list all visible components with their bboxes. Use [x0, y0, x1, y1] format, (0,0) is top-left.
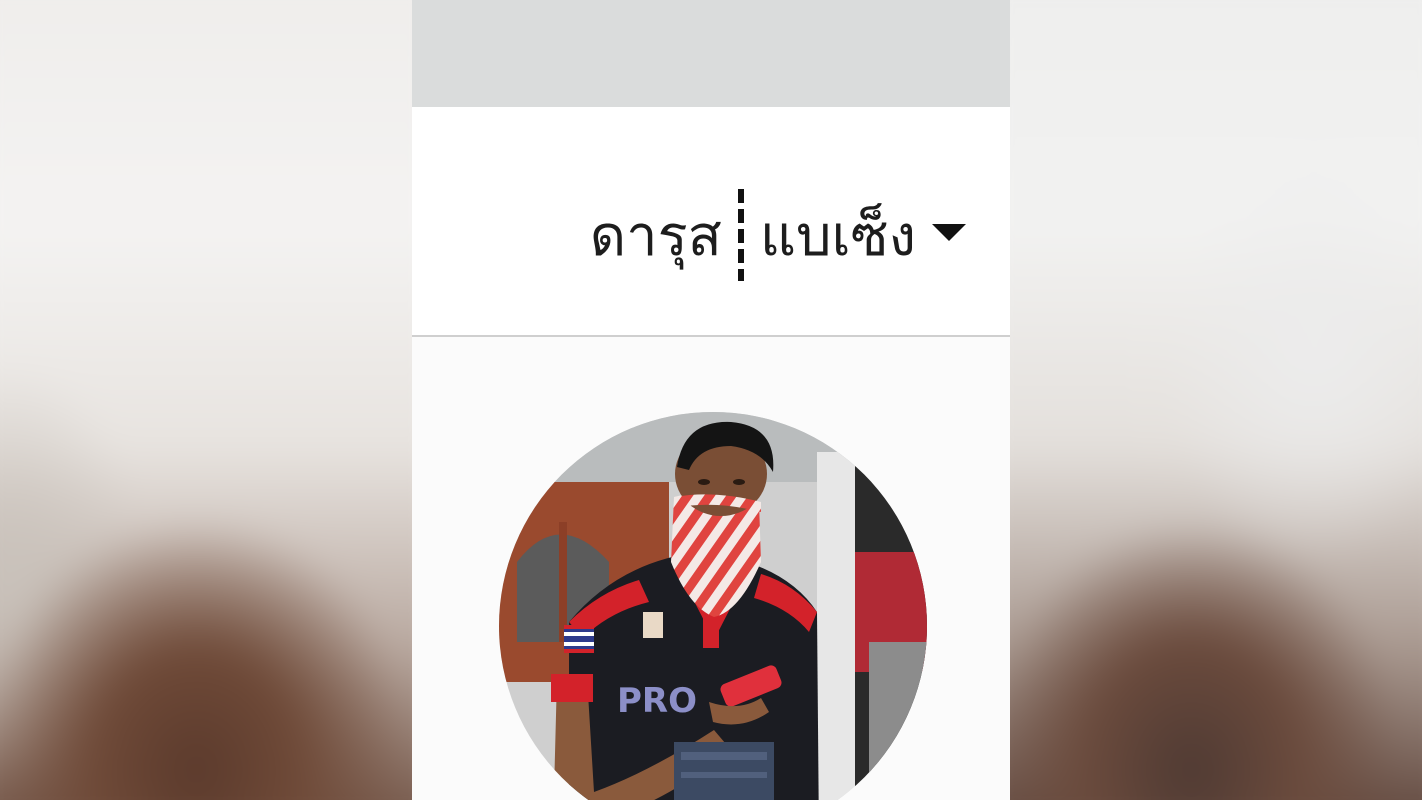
- svg-text:PRO: PRO: [617, 681, 697, 721]
- avatar-photo: PRO: [499, 412, 927, 800]
- profile-last-name: แบเซ็ง: [759, 203, 916, 269]
- avatar[interactable]: PRO: [499, 412, 927, 800]
- profile-first-name: ดารุส: [589, 203, 722, 269]
- caret-down-icon[interactable]: [932, 223, 966, 241]
- profile-screen: ดารุส แบเซ็ง PRO: [412, 0, 1010, 800]
- app-viewport: ดารุส แบเซ็ง PRO: [0, 0, 1422, 800]
- blurred-backdrop-left: [0, 0, 412, 800]
- name-divider: [737, 189, 744, 281]
- profile-header: ดารุส แบเซ็ง: [412, 107, 1010, 337]
- status-bar-area: [412, 0, 1010, 107]
- account-switcher[interactable]: ดารุส แบเซ็ง: [590, 189, 966, 281]
- blurred-backdrop-right: [1010, 0, 1422, 800]
